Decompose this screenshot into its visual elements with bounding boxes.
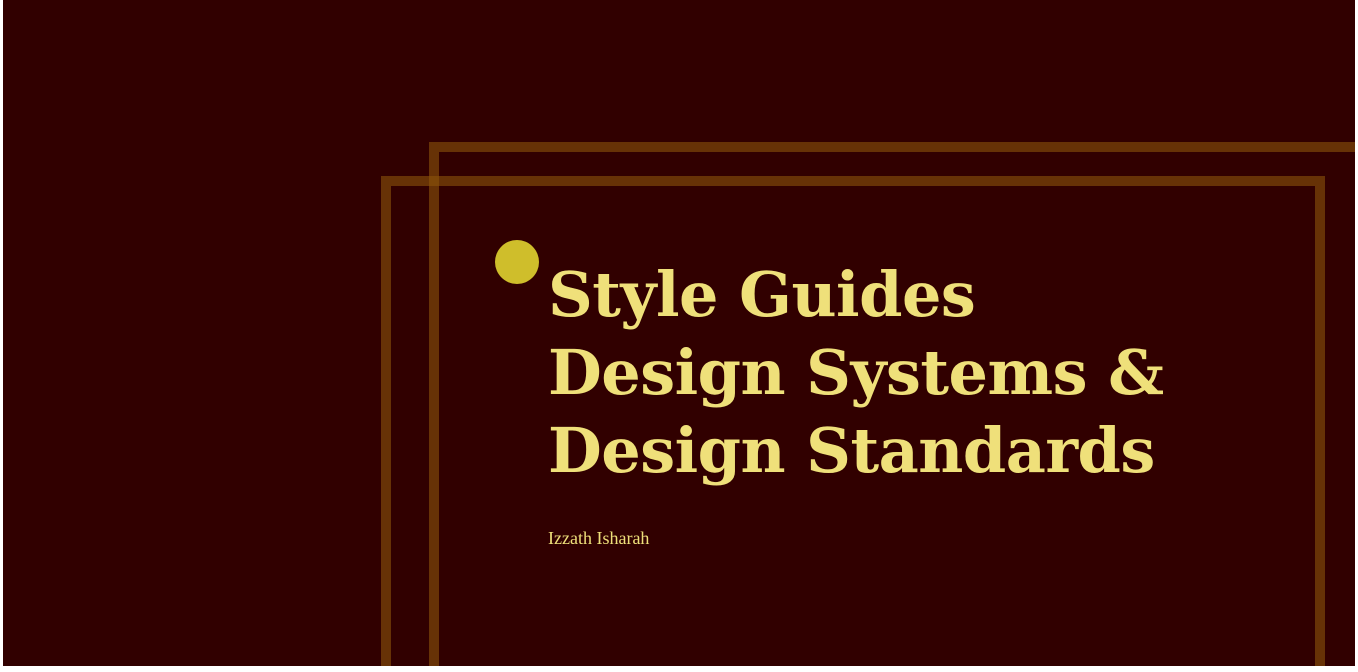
accent-dot-icon xyxy=(495,240,539,284)
title-slide: Style Guides Design Systems & Design Sta… xyxy=(3,0,1355,666)
slide-title: Style Guides Design Systems & Design Sta… xyxy=(548,256,1164,490)
title-line-1: Style Guides xyxy=(548,258,976,331)
title-line-3: Design Standards xyxy=(548,414,1155,487)
title-line-2: Design Systems & xyxy=(548,336,1164,409)
author-name: Izzath Isharah xyxy=(548,528,650,548)
